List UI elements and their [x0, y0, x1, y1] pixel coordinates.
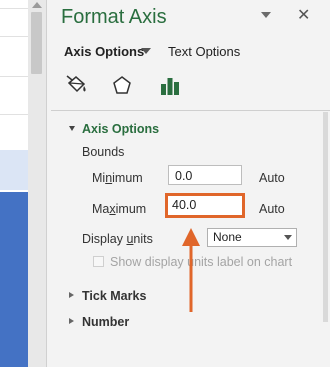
pane-options-caret-icon[interactable]: [261, 12, 271, 18]
maximum-field[interactable]: 40.0: [165, 193, 245, 218]
divider: [51, 110, 330, 111]
close-icon[interactable]: ✕: [297, 5, 310, 25]
axis-options-icon[interactable]: [157, 74, 183, 98]
maximum-auto-button[interactable]: Auto: [259, 202, 285, 216]
section-tick-marks[interactable]: Tick Marks: [82, 289, 146, 303]
maximum-label-part: Ma: [92, 202, 110, 216]
format-axis-pane: Format Axis ✕ Axis Options Text Options: [47, 0, 330, 367]
display-units-label: Display units: [82, 232, 153, 246]
worksheet-strip: [0, 0, 29, 367]
maximum-label: Maximum: [92, 202, 146, 216]
minimum-label-part: imum: [112, 171, 143, 185]
display-units-label-part: Display: [82, 232, 127, 246]
chevron-down-icon[interactable]: [284, 235, 292, 240]
display-units-label-part: nits: [133, 232, 153, 246]
fill-line-icon[interactable]: [63, 74, 89, 98]
collapse-caret-icon[interactable]: [69, 126, 75, 131]
minimum-field[interactable]: 0.0: [168, 165, 242, 185]
bounds-label: Bounds: [82, 145, 125, 159]
show-units-label: Show display units label on chart: [110, 255, 293, 269]
minimum-label-part: Mi: [92, 171, 106, 185]
pane-title: Format Axis: [61, 6, 167, 28]
section-axis-options[interactable]: Axis Options: [82, 122, 159, 136]
chart-area: [0, 192, 28, 367]
minimum-auto-button[interactable]: Auto: [259, 171, 285, 185]
display-units-value: None: [213, 230, 242, 244]
expand-caret-icon[interactable]: [69, 318, 74, 324]
expand-caret-icon[interactable]: [69, 292, 74, 298]
grid-line: [0, 8, 28, 9]
minimum-label: Minimum: [92, 171, 143, 185]
scroll-up-icon[interactable]: [32, 2, 42, 8]
show-units-checkbox[interactable]: [93, 256, 104, 267]
chevron-down-icon[interactable]: [141, 48, 151, 54]
section-scrollbar[interactable]: [323, 112, 328, 322]
maximum-label-part: imum: [115, 202, 147, 216]
section-number[interactable]: Number: [82, 315, 129, 329]
tab-text-options[interactable]: Text Options: [168, 44, 240, 59]
grid-line: [0, 114, 28, 115]
tab-axis-options[interactable]: Axis Options: [64, 44, 144, 59]
effects-icon[interactable]: [109, 74, 135, 98]
selected-row: [0, 150, 28, 190]
vertical-scrollbar[interactable]: [28, 0, 47, 367]
grid-line: [0, 76, 28, 77]
scroll-thumb[interactable]: [31, 12, 42, 74]
grid-line: [0, 36, 28, 37]
category-icon-row: [63, 74, 183, 100]
display-units-select[interactable]: None: [207, 228, 297, 247]
